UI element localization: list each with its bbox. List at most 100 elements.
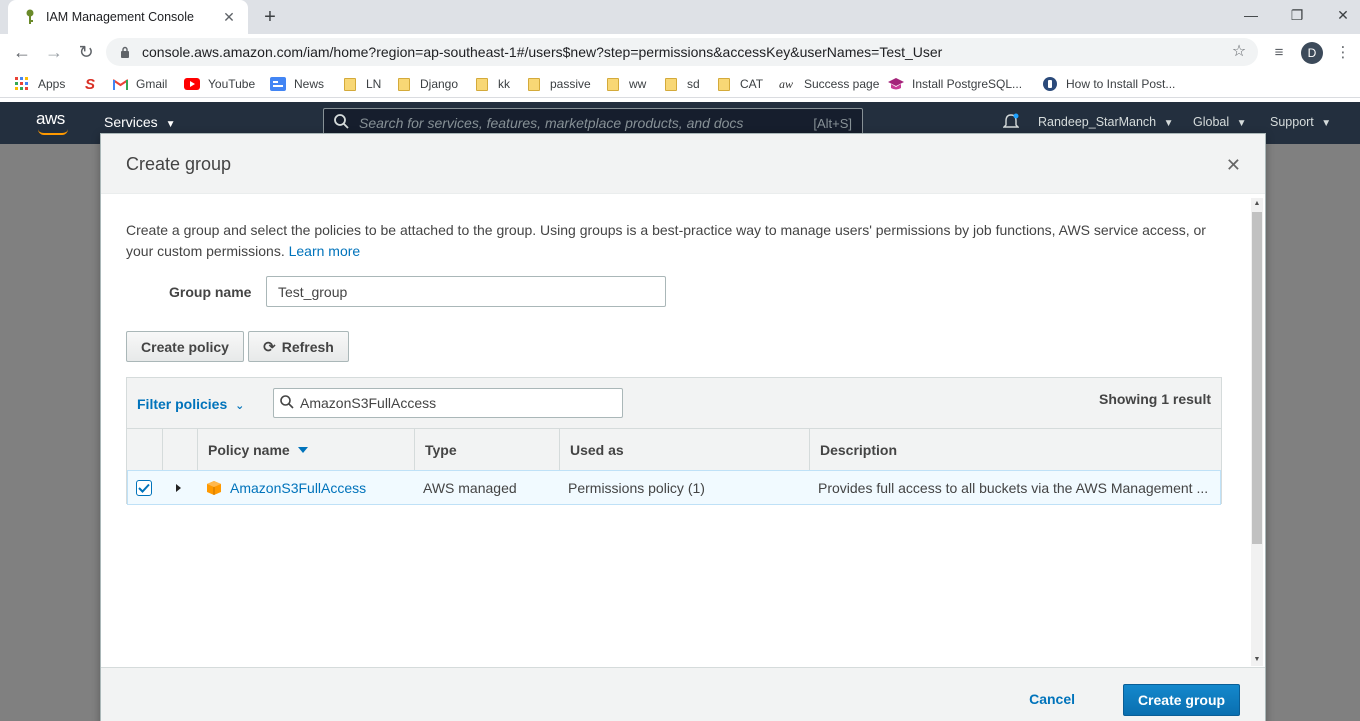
tab-close-icon[interactable]: ✕ — [220, 8, 238, 26]
scroll-down-icon[interactable]: ▼ — [1251, 654, 1263, 666]
column-header-type[interactable]: Type — [414, 429, 559, 471]
new-tab-icon[interactable]: + — [258, 5, 282, 29]
group-name-label: Group name — [169, 284, 252, 300]
profile-avatar[interactable]: D — [1301, 42, 1323, 64]
refresh-label: Refresh — [281, 338, 334, 355]
table-row[interactable]: AmazonS3FullAccess AWS managed Permissio… — [127, 471, 1221, 504]
column-header-used-as[interactable]: Used as — [559, 429, 809, 471]
column-label: Type — [425, 442, 457, 458]
policy-name-cell: AmazonS3FullAccess — [206, 471, 406, 504]
bookmark-success-page[interactable]: aw Success page — [776, 75, 879, 93]
forward-arrow-icon[interactable]: → — [41, 39, 67, 65]
reload-icon[interactable]: ↻ — [73, 39, 99, 65]
row-expand-cell — [176, 471, 188, 504]
table-header: Policy name Type Used as Description — [127, 429, 1221, 471]
learn-more-link[interactable]: Learn more — [289, 243, 361, 259]
youtube-icon — [184, 76, 200, 92]
bookmark-apps[interactable]: Apps — [14, 75, 65, 93]
bookmark-install-postgresql[interactable]: Install PostgreSQL... — [888, 75, 1022, 93]
more-menu-icon[interactable]: ⋮ — [1332, 41, 1354, 63]
bookmark-news[interactable]: News — [270, 75, 324, 93]
filter-policies-label: Filter policies — [137, 396, 228, 412]
scrollbar-thumb[interactable] — [1252, 212, 1262, 544]
bookmark-folder-django[interactable]: Django — [396, 75, 458, 93]
row-checkbox[interactable] — [136, 479, 152, 496]
search-shortcut: [Alt+S] — [813, 116, 852, 131]
close-icon[interactable]: ✕ — [1226, 155, 1241, 176]
folder-icon — [396, 76, 412, 92]
bookmark-label: passive — [550, 77, 591, 91]
bookmark-how-to-install[interactable]: How to Install Post... — [1042, 75, 1175, 93]
type-cell: AWS managed — [423, 479, 517, 496]
bookmark-folder-kk[interactable]: kk — [474, 75, 510, 93]
caret-down-icon: ▼ — [1236, 118, 1247, 129]
google-news-icon — [270, 76, 286, 92]
caret-right-icon[interactable] — [176, 483, 181, 492]
create-policy-button[interactable]: Create policy — [126, 331, 244, 362]
bookmark-gmail[interactable]: Gmail — [112, 75, 167, 93]
bookmark-label: Django — [420, 77, 459, 91]
create-policy-label: Create policy — [141, 338, 229, 355]
policy-name-link[interactable]: AmazonS3FullAccess — [230, 480, 366, 496]
column-header-description[interactable]: Description — [809, 429, 1222, 471]
account-menu[interactable]: Randeep_StarManch ▼ — [1038, 115, 1174, 129]
bookmark-s[interactable]: S — [82, 75, 106, 93]
bookmark-label: News — [294, 77, 325, 91]
scroll-up-icon[interactable]: ▲ — [1251, 198, 1263, 210]
filter-bar: Filter policies ⌄ AmazonS3FullAccess Sho… — [127, 378, 1221, 429]
bookmark-label: How to Install Post... — [1066, 77, 1176, 91]
gmail-icon — [112, 76, 128, 92]
modal-scrollbar[interactable]: ▲ ▼ — [1251, 198, 1263, 666]
intro-text: Create a group and select the policies t… — [126, 220, 1226, 262]
search-placeholder: Search for services, features, marketpla… — [359, 115, 744, 131]
browser-tab[interactable]: IAM Management Console ✕ — [8, 0, 248, 34]
caret-down-icon: ▼ — [1163, 118, 1174, 129]
graduation-cap-icon — [888, 76, 904, 92]
refresh-button[interactable]: ⟳ Refresh — [248, 331, 349, 362]
group-name-input[interactable]: Test_group — [266, 276, 666, 307]
create-group-modal: Create group ✕ ▲ ▼ Create a group and se… — [100, 133, 1266, 721]
apps-grid-icon — [14, 76, 30, 92]
bookmark-label: sd — [687, 77, 700, 91]
cancel-button[interactable]: Cancel — [1029, 691, 1075, 707]
back-arrow-icon[interactable]: ← — [9, 39, 35, 65]
modal-title: Create group — [126, 154, 232, 174]
aws-key-favicon-icon — [22, 9, 38, 25]
aw-icon: aw — [778, 76, 793, 91]
used-as-cell: Permissions policy (1) — [568, 479, 705, 496]
s-logo-icon: S — [84, 75, 95, 93]
bookmark-label: LN — [366, 77, 382, 91]
bookmarks-bar: Apps S Gmail YouTube News LN Django kk p… — [0, 70, 1360, 98]
chevron-down-icon: ⌄ — [235, 400, 245, 412]
policies-table: Filter policies ⌄ AmazonS3FullAccess Sho… — [126, 377, 1222, 505]
expand-column-header — [162, 429, 197, 471]
bookmark-folder-ln[interactable]: LN — [342, 75, 381, 93]
policy-search-input[interactable]: AmazonS3FullAccess — [273, 388, 623, 418]
result-count: Showing 1 result — [1098, 391, 1211, 407]
bookmark-youtube[interactable]: YouTube — [184, 75, 255, 93]
address-bar[interactable]: console.aws.amazon.com/iam/home?region=a… — [106, 38, 1258, 66]
folder-icon — [474, 76, 490, 92]
bookmark-label: CAT — [740, 77, 764, 91]
minimize-icon[interactable]: — — [1228, 0, 1274, 30]
reading-list-icon[interactable]: ≡ — [1268, 41, 1290, 63]
restore-icon[interactable]: ❐ — [1274, 0, 1320, 30]
aws-logo[interactable]: aws — [36, 109, 65, 129]
support-label: Support — [1270, 115, 1314, 129]
bell-icon[interactable] — [1002, 113, 1020, 134]
bookmark-star-icon[interactable]: ☆ — [1230, 43, 1248, 61]
create-group-button[interactable]: Create group — [1123, 684, 1240, 716]
support-menu[interactable]: Support ▼ — [1270, 115, 1331, 129]
bookmark-folder-sd[interactable]: sd — [663, 75, 700, 93]
search-icon — [280, 394, 294, 412]
bookmark-folder-passive[interactable]: passive — [526, 75, 591, 93]
column-label: Description — [820, 442, 898, 458]
bookmark-folder-cat[interactable]: CAT — [716, 75, 763, 93]
bookmark-folder-ww[interactable]: ww — [605, 75, 646, 93]
column-label: Used as — [570, 442, 624, 458]
filter-policies-dropdown[interactable]: Filter policies ⌄ — [137, 396, 244, 412]
services-menu[interactable]: Services ▼ — [104, 114, 175, 130]
region-menu[interactable]: Global ▼ — [1193, 115, 1247, 129]
window-close-icon[interactable]: ✕ — [1320, 0, 1360, 30]
column-header-policy-name[interactable]: Policy name — [197, 429, 414, 471]
